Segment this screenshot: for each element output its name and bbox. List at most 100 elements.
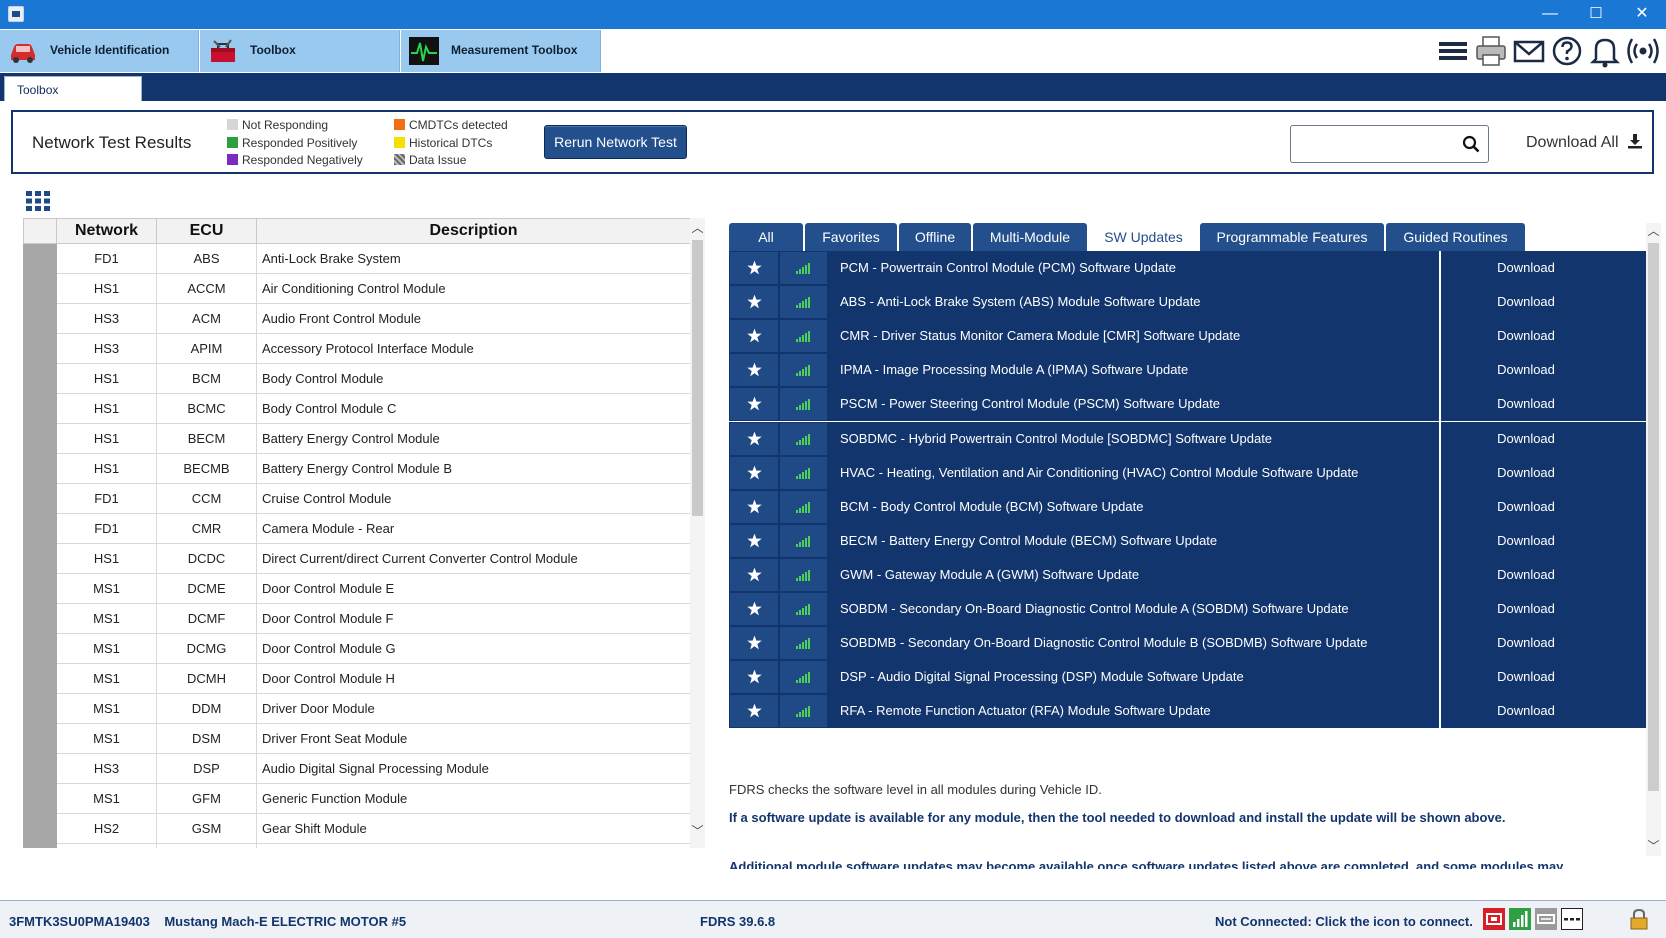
table-row[interactable]: MS1 DSM Driver Front Seat Module <box>23 723 691 754</box>
row-selector[interactable] <box>23 273 57 304</box>
favorite-button[interactable] <box>730 320 778 353</box>
row-selector[interactable] <box>23 393 57 424</box>
row-selector[interactable] <box>23 783 57 814</box>
tab-programmable-features[interactable]: Programmable Features <box>1200 223 1384 251</box>
table-row[interactable]: HS3 APIM Accessory Protocol Interface Modu… <box>23 333 691 364</box>
table-row[interactable]: MS1 DDM Driver Door Module <box>23 693 691 724</box>
sw-update-row[interactable]: PCM - Powertrain Control Module (PCM) So… <box>729 251 1646 285</box>
download-button[interactable]: Download <box>1441 362 1611 377</box>
bell-icon[interactable] <box>1588 33 1622 69</box>
download-button[interactable]: Download <box>1441 294 1611 309</box>
header-network[interactable]: Network <box>56 218 157 244</box>
minimize-button[interactable]: — <box>1530 3 1570 25</box>
row-selector[interactable] <box>23 423 57 454</box>
dashes-icon[interactable] <box>1561 908 1583 930</box>
row-selector[interactable] <box>23 363 57 394</box>
table-row[interactable]: MS1 DCME Door Control Module E <box>23 573 691 604</box>
table-row[interactable]: FD1 ABS Anti-Lock Brake System <box>23 243 691 274</box>
row-selector[interactable] <box>23 633 57 664</box>
table-row[interactable]: HS1 BECM Battery Energy Control Module <box>23 423 691 454</box>
menu-icon[interactable] <box>1436 33 1470 69</box>
table-row[interactable]: HS1 DCDC Direct Current/direct Current Con… <box>23 543 691 574</box>
row-selector[interactable] <box>23 813 57 844</box>
rerun-network-test-button[interactable]: Rerun Network Test <box>544 125 687 159</box>
scrollbar-thumb[interactable] <box>1648 243 1659 791</box>
tab-guided-routines[interactable]: Guided Routines <box>1386 223 1525 251</box>
download-button[interactable]: Download <box>1441 328 1611 343</box>
table-row[interactable]: MS1 DCMF Door Control Module F <box>23 603 691 634</box>
wireless-icon[interactable] <box>1626 33 1660 69</box>
scroll-up-icon[interactable]: ︿ <box>690 221 705 236</box>
download-button[interactable]: Download <box>1441 669 1611 684</box>
sw-update-row[interactable]: BECM - Battery Energy Control Module (BE… <box>729 523 1646 558</box>
sw-update-row[interactable]: IPMA - Image Processing Module A (IPMA) … <box>729 353 1646 388</box>
row-selector[interactable] <box>23 723 57 754</box>
tab-sw-updates[interactable]: SW Updates <box>1089 223 1198 251</box>
favorite-button[interactable] <box>730 490 778 523</box>
table-row[interactable] <box>23 843 691 848</box>
table-row[interactable]: HS2 GSM Gear Shift Module <box>23 813 691 844</box>
row-selector[interactable] <box>23 453 57 484</box>
favorite-button[interactable] <box>730 524 778 557</box>
table-row[interactable]: MS1 DCMG Door Control Module G <box>23 633 691 664</box>
search-input[interactable] <box>1297 132 1457 156</box>
download-button[interactable]: Download <box>1441 431 1611 446</box>
table-row[interactable]: HS3 ACM Audio Front Control Module <box>23 303 691 334</box>
table-row[interactable]: MS1 GFM Generic Function Module <box>23 783 691 814</box>
search-icon[interactable] <box>1462 135 1480 153</box>
maximize-button[interactable]: ☐ <box>1576 3 1616 25</box>
row-selector[interactable] <box>23 693 57 724</box>
sw-update-row[interactable]: CMR - Driver Status Monitor Camera Modul… <box>729 319 1646 354</box>
tab-offline[interactable]: Offline <box>899 223 971 251</box>
header-ecu[interactable]: ECU <box>156 218 257 244</box>
table-row[interactable]: HS1 ACCM Air Conditioning Control Module <box>23 273 691 304</box>
download-all-button[interactable]: Download All <box>1526 124 1643 162</box>
table-row[interactable]: FD1 CMR Camera Module - Rear <box>23 513 691 544</box>
favorite-button[interactable] <box>730 354 778 387</box>
table-row[interactable]: FD1 CCM Cruise Control Module <box>23 483 691 514</box>
tab-favorites[interactable]: Favorites <box>805 223 897 251</box>
tab-multi-module[interactable]: Multi-Module <box>973 223 1087 251</box>
table-row[interactable]: MS1 DCMH Door Control Module H <box>23 663 691 694</box>
sw-update-row[interactable]: DSP - Audio Digital Signal Processing (D… <box>729 660 1646 695</box>
sw-update-row[interactable]: HVAC - Heating, Ventilation and Air Cond… <box>729 455 1646 490</box>
download-button[interactable]: Download <box>1441 396 1611 411</box>
download-button[interactable]: Download <box>1441 465 1611 480</box>
table-row[interactable]: HS1 BECMB Battery Energy Control Module B <box>23 453 691 484</box>
scrollbar-thumb[interactable] <box>692 240 703 516</box>
favorite-button[interactable] <box>730 627 778 660</box>
favorite-button[interactable] <box>730 695 778 728</box>
sw-update-row[interactable]: ABS - Anti-Lock Brake System (ABS) Modul… <box>729 285 1646 320</box>
nav-tab-toolbox[interactable]: Toolbox <box>200 30 400 72</box>
table-row[interactable]: HS1 BCM Body Control Module <box>23 363 691 394</box>
download-button[interactable]: Download <box>1441 601 1611 616</box>
help-icon[interactable] <box>1550 33 1584 69</box>
row-selector[interactable] <box>23 333 57 364</box>
sw-update-row[interactable]: SOBDMB - Secondary On-Board Diagnostic C… <box>729 626 1646 661</box>
scroll-down-icon[interactable]: ﹀ <box>690 824 705 839</box>
tab-toolbox[interactable]: Toolbox <box>4 76 142 101</box>
favorite-button[interactable] <box>730 456 778 489</box>
favorite-button[interactable] <box>730 286 778 319</box>
sw-update-row[interactable]: SOBDM - Secondary On-Board Diagnostic Co… <box>729 592 1646 626</box>
grid-view-icon[interactable] <box>26 191 50 211</box>
row-selector[interactable] <box>23 243 57 274</box>
row-selector[interactable] <box>23 843 57 848</box>
right-pane-scrollbar[interactable]: ︿ ﹀ <box>1646 223 1661 856</box>
sw-update-row[interactable]: SOBDMC - Hybrid Powertrain Control Modul… <box>729 421 1646 456</box>
row-selector[interactable] <box>23 513 57 544</box>
signal-icon[interactable] <box>1509 908 1531 930</box>
favorite-button[interactable] <box>730 593 778 625</box>
lock-icon[interactable] <box>1628 908 1650 930</box>
sw-update-row[interactable]: BCM - Body Control Module (BCM) Software… <box>729 489 1646 524</box>
download-button[interactable]: Download <box>1441 635 1611 650</box>
cable-icon[interactable] <box>1535 908 1557 930</box>
favorite-button[interactable] <box>730 558 778 591</box>
scroll-up-icon[interactable]: ︿ <box>1646 224 1661 239</box>
nav-tab-measurement-toolbox[interactable]: Measurement Toolbox <box>401 30 601 72</box>
row-selector[interactable] <box>23 543 57 574</box>
download-button[interactable]: Download <box>1441 499 1611 514</box>
header-description[interactable]: Description <box>256 218 691 244</box>
favorite-button[interactable] <box>730 422 778 455</box>
download-button[interactable]: Download <box>1441 533 1611 548</box>
